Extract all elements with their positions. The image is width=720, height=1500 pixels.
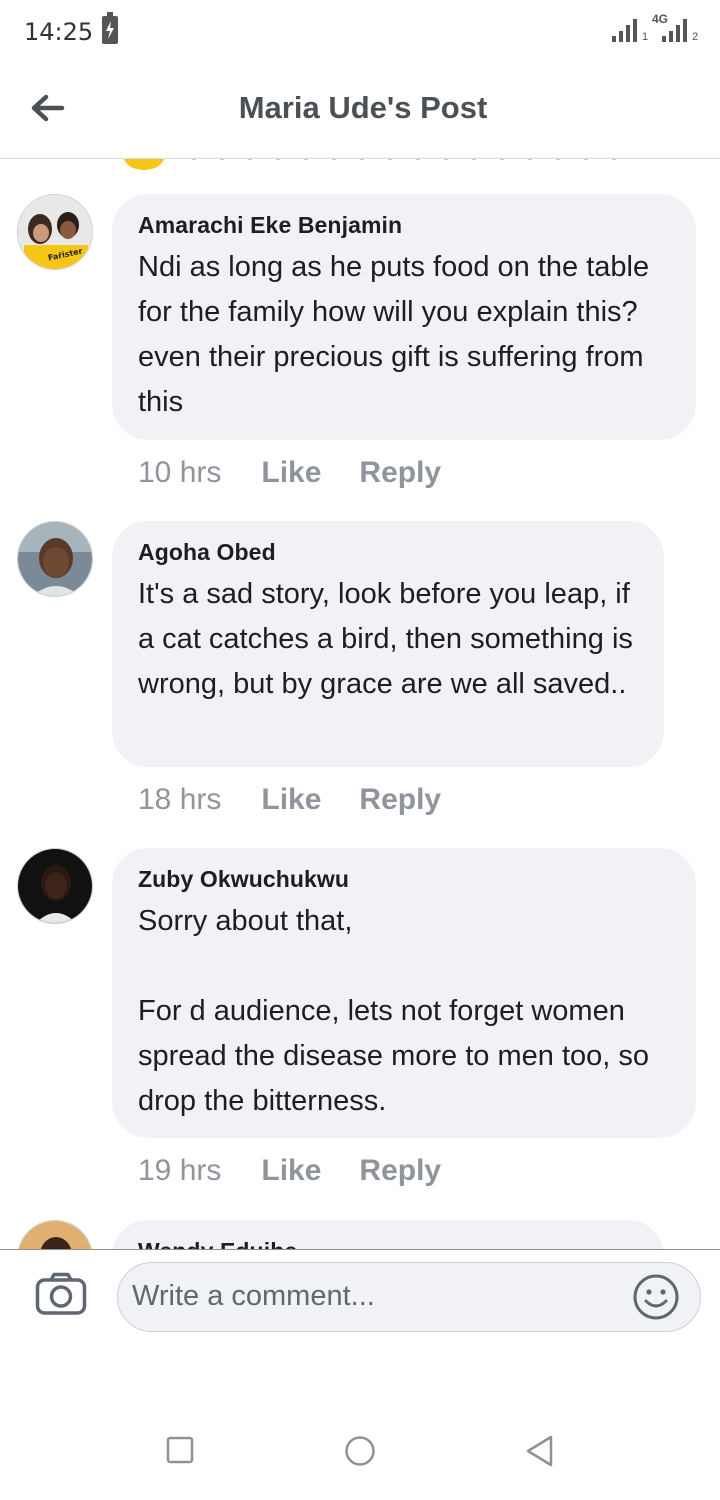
- sim2-label: 2: [692, 31, 699, 43]
- avatar[interactable]: [17, 1220, 93, 1250]
- avatar[interactable]: [17, 848, 93, 924]
- comment-author[interactable]: Amarachi Eke Benjamin: [138, 212, 670, 239]
- home-circle-icon: [345, 1436, 375, 1466]
- page-title: Maria Ude's Post: [238, 90, 488, 125]
- avatar[interactable]: Faṙister: [17, 194, 93, 270]
- comment-text: Sorry about that, For d audience, lets n…: [138, 905, 650, 1117]
- comment-meta: 10 hrs Like Reply: [138, 456, 479, 490]
- comment-bubble[interactable]: Amarachi Eke Benjamin Ndi as long as he …: [112, 194, 696, 440]
- smiley-icon: [633, 1274, 679, 1320]
- comment-time[interactable]: 18 hrs: [138, 783, 221, 817]
- reply-button[interactable]: Reply: [359, 1154, 441, 1188]
- avatar[interactable]: [17, 521, 93, 597]
- comment-bubble[interactable]: Wendy Eduibe: [112, 1220, 664, 1250]
- camera-button[interactable]: [35, 1272, 87, 1316]
- comment-input-placeholder: Write a comment...: [132, 1280, 375, 1312]
- comment-bubble[interactable]: Agoha Obed It's a sad story, look before…: [112, 521, 664, 767]
- comment-input[interactable]: Write a comment...: [117, 1262, 701, 1332]
- system-nav-bar: [0, 1400, 720, 1500]
- like-button[interactable]: Like: [261, 456, 321, 490]
- back-triangle-icon: [526, 1435, 553, 1467]
- status-bar: 14:25 1 4G 2: [0, 0, 720, 62]
- recents-square-icon: [166, 1436, 194, 1464]
- like-button[interactable]: Like: [261, 783, 321, 817]
- reply-button[interactable]: Reply: [359, 456, 441, 490]
- comment-composer: Write a comment...: [0, 1249, 720, 1350]
- battery-charging-icon: [102, 12, 118, 44]
- comment-author[interactable]: Zuby Okwuchukwu: [138, 866, 670, 893]
- comment-text: It's a sad story, look before you leap, …: [138, 578, 633, 700]
- comment-author[interactable]: Agoha Obed: [138, 539, 638, 566]
- emoji-button[interactable]: [632, 1273, 680, 1321]
- back-nav-button[interactable]: [524, 1434, 554, 1473]
- comment-text: Ndi as long as he puts food on the table…: [138, 251, 650, 418]
- recents-button[interactable]: [166, 1436, 194, 1469]
- camera-icon: [35, 1272, 87, 1315]
- previous-comment-avatar-edge: [124, 158, 164, 170]
- comments-list[interactable]: Faṙister Amarachi Eke Benjamin Ndi as l…: [0, 158, 720, 1250]
- comment-time[interactable]: 19 hrs: [138, 1154, 221, 1188]
- header: Maria Ude's Post: [0, 62, 720, 159]
- signal-sim1-icon: 1: [612, 18, 649, 43]
- comment-bubble[interactable]: Zuby Okwuchukwu Sorry about that, For d …: [112, 848, 696, 1138]
- comment-meta: 18 hrs Like Reply: [138, 783, 479, 817]
- like-button[interactable]: Like: [261, 1154, 321, 1188]
- comment-time[interactable]: 10 hrs: [138, 456, 221, 490]
- comment-meta: 19 hrs Like Reply: [138, 1154, 479, 1188]
- signal-sim2-icon: 2: [662, 18, 699, 43]
- screen: 14:25 1 4G 2 Maria Ude's Post Faṙister …: [0, 0, 720, 1500]
- status-time: 14:25: [24, 18, 94, 46]
- reply-button[interactable]: Reply: [359, 783, 441, 817]
- sim1-label: 1: [642, 31, 649, 43]
- home-button[interactable]: [344, 1435, 376, 1472]
